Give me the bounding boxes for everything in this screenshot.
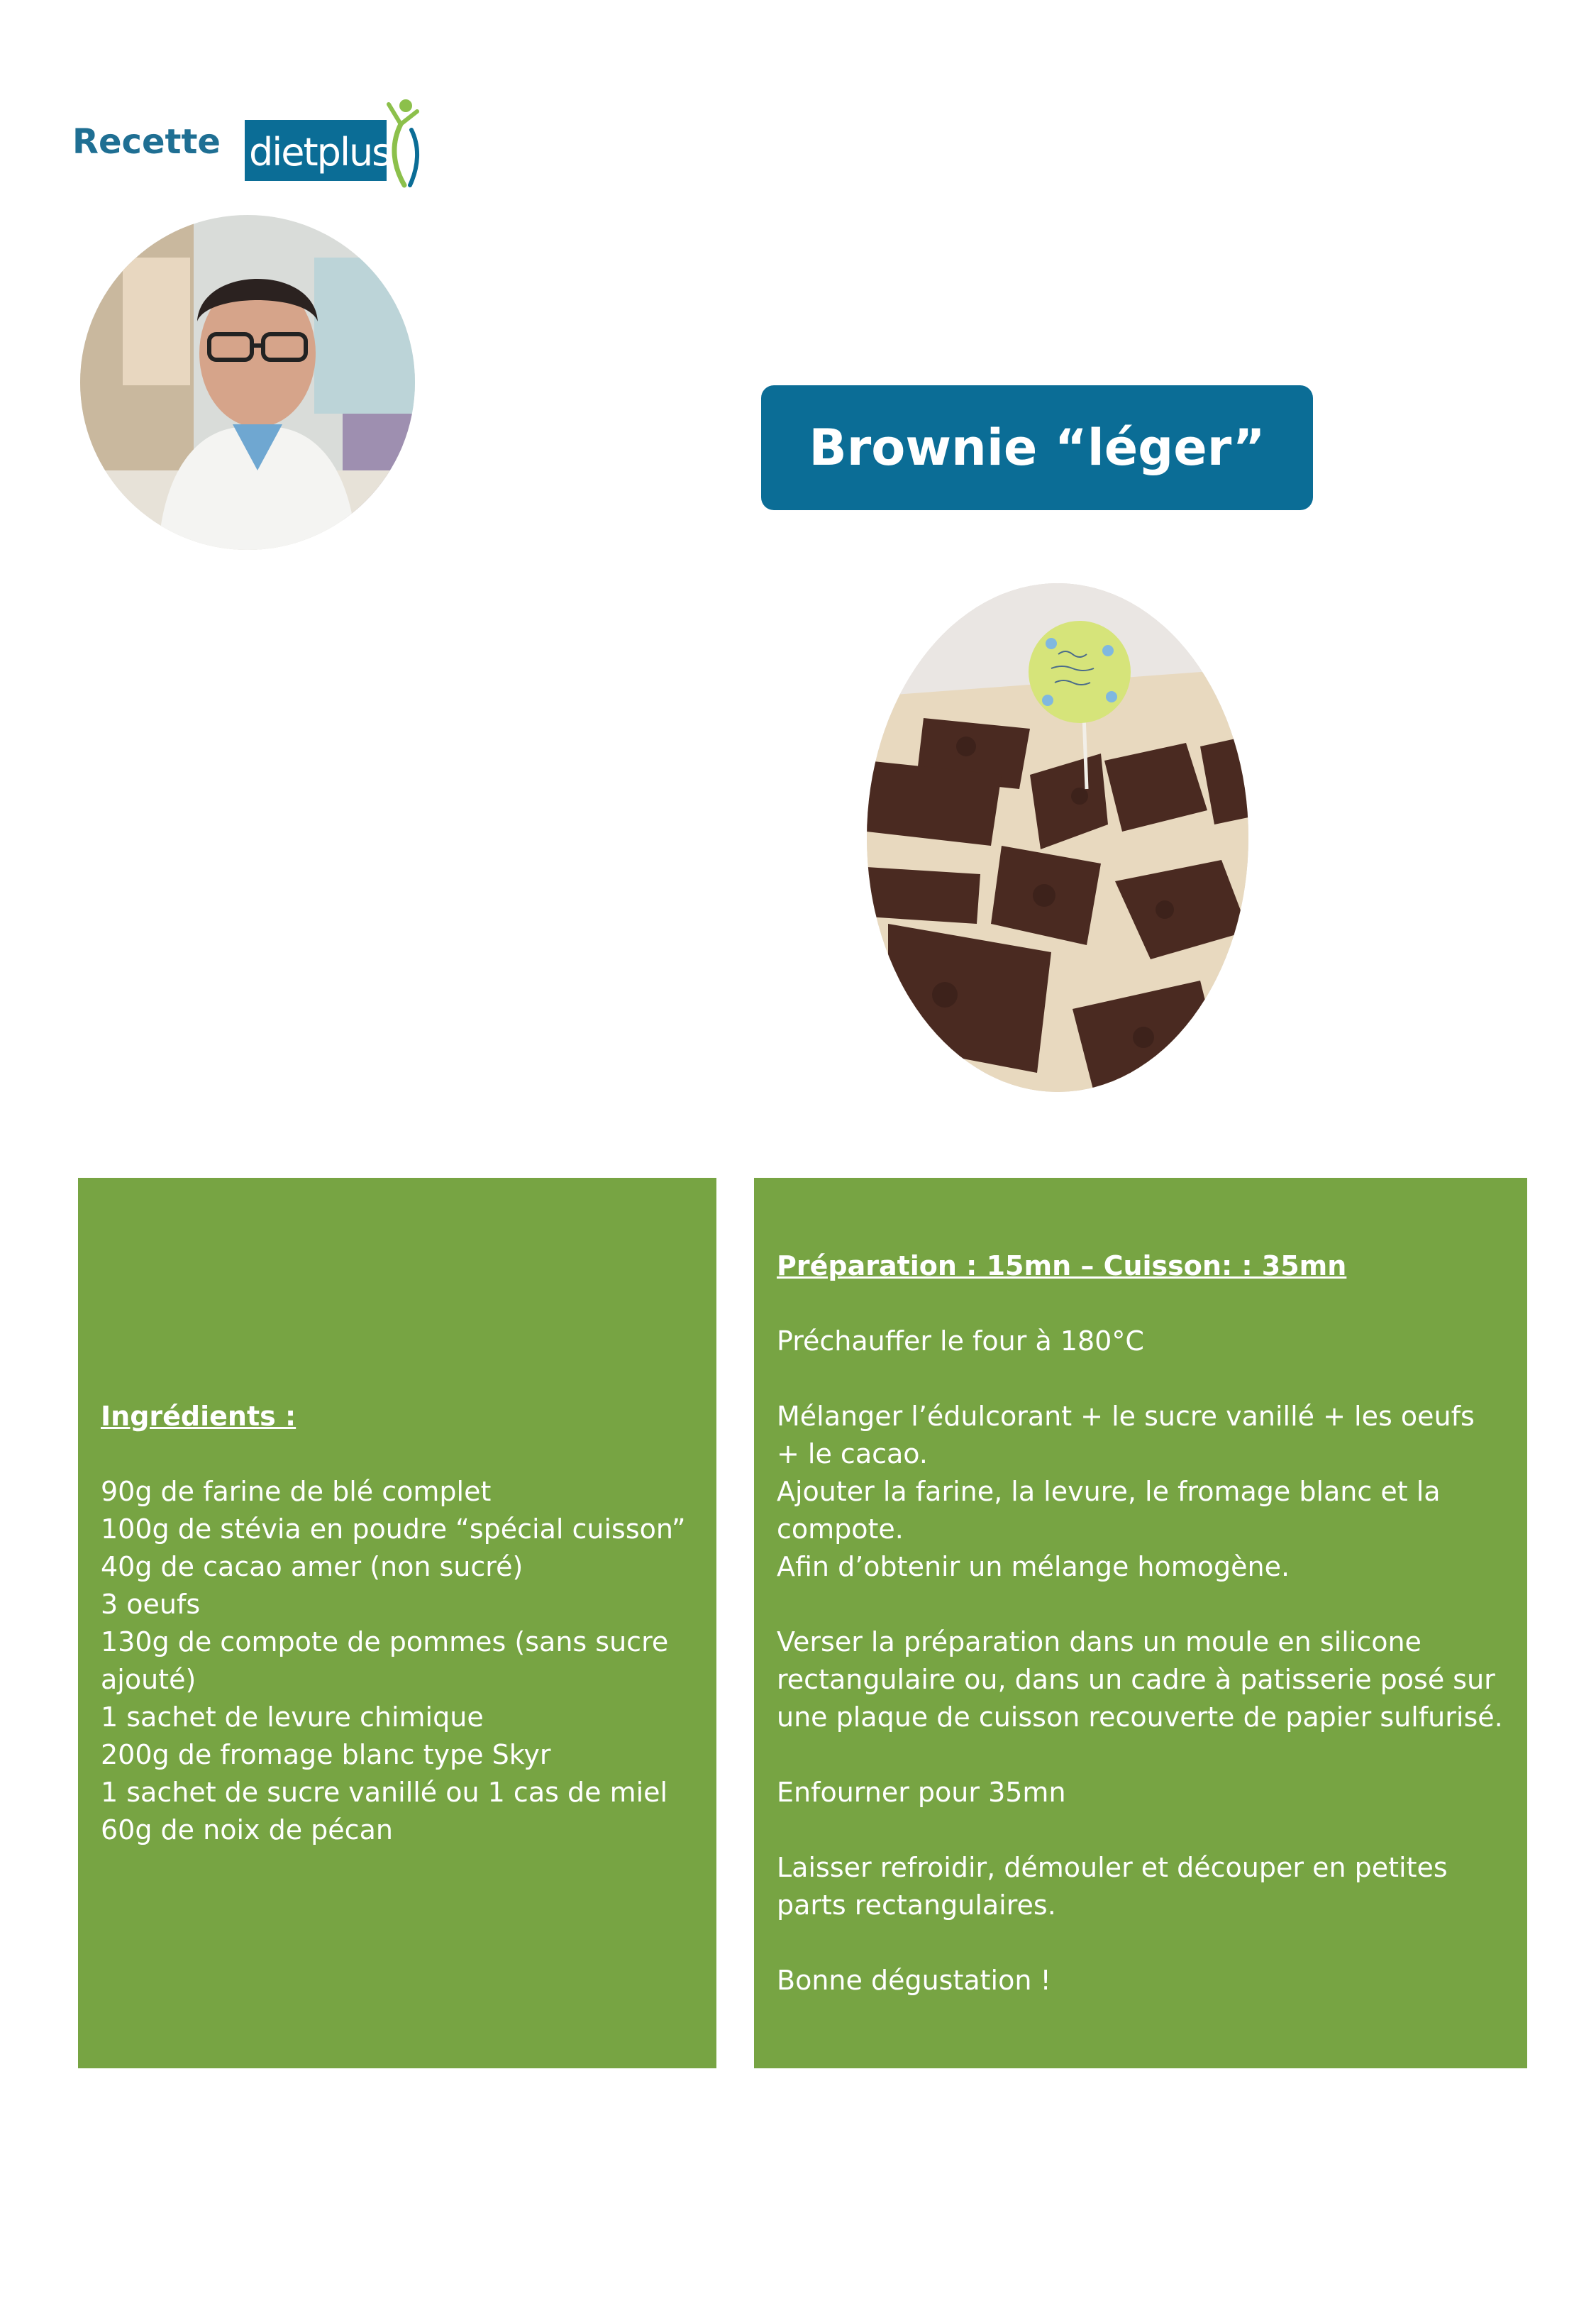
ingredient-item: 90g de farine de blé complet <box>101 1476 492 1507</box>
ingredients-heading: Ingrédients : <box>101 1401 297 1432</box>
brownie-photo <box>867 583 1248 1092</box>
preparation-step: Afin d’obtenir un mélange homogène. <box>777 1551 1290 1582</box>
preparation-step: Mélanger l’édulcorant + le sucre vanillé… <box>777 1401 1475 1469</box>
ingredient-item: 3 oeufs <box>101 1589 201 1620</box>
ingredient-item: 130g de compote de pommes (sans sucre aj… <box>101 1626 669 1695</box>
ingredient-item: 40g de cacao amer (non sucré) <box>101 1551 523 1582</box>
logo-figure-icon <box>387 99 419 188</box>
logo-text: dietplus <box>249 130 392 175</box>
ingredient-item: 1 sachet de levure chimique <box>101 1701 484 1733</box>
recipe-label: Recette <box>72 122 221 162</box>
preparation-step: Ajouter la farine, la levure, le fromage… <box>777 1476 1441 1545</box>
preparation-step: Préchauffer le four à 180°C <box>777 1325 1144 1357</box>
preparation-step: Bonne dégustation ! <box>777 1965 1051 1996</box>
pharmacist-portrait <box>80 215 415 550</box>
ingredient-item: 1 sachet de sucre vanillé ou 1 cas de mi… <box>101 1777 668 1808</box>
recipe-title-banner: Brownie “léger” <box>761 385 1313 510</box>
dietplus-logo: dietplus <box>245 96 422 188</box>
recipe-title: Brownie “léger” <box>809 419 1265 477</box>
ingredient-item: 100g de stévia en poudre “spécial cuisso… <box>101 1513 686 1545</box>
ingredient-item: 200g de fromage blanc type Skyr <box>101 1739 551 1770</box>
preparation-step: Laisser refroidir, démouler et découper … <box>777 1852 1448 1921</box>
ingredient-item: 60g de noix de pécan <box>101 1814 393 1846</box>
preparation-step: Enfourner pour 35mn <box>777 1777 1066 1808</box>
preparation-heading: Préparation : 15mn – Cuisson: : 35mn <box>777 1250 1347 1281</box>
preparation-panel: Préparation : 15mn – Cuisson: : 35mn Pré… <box>754 1178 1527 2068</box>
ingredients-panel: Ingrédients : 90g de farine de blé compl… <box>78 1178 716 2068</box>
preparation-step: Verser la préparation dans un moule en s… <box>777 1626 1503 1733</box>
